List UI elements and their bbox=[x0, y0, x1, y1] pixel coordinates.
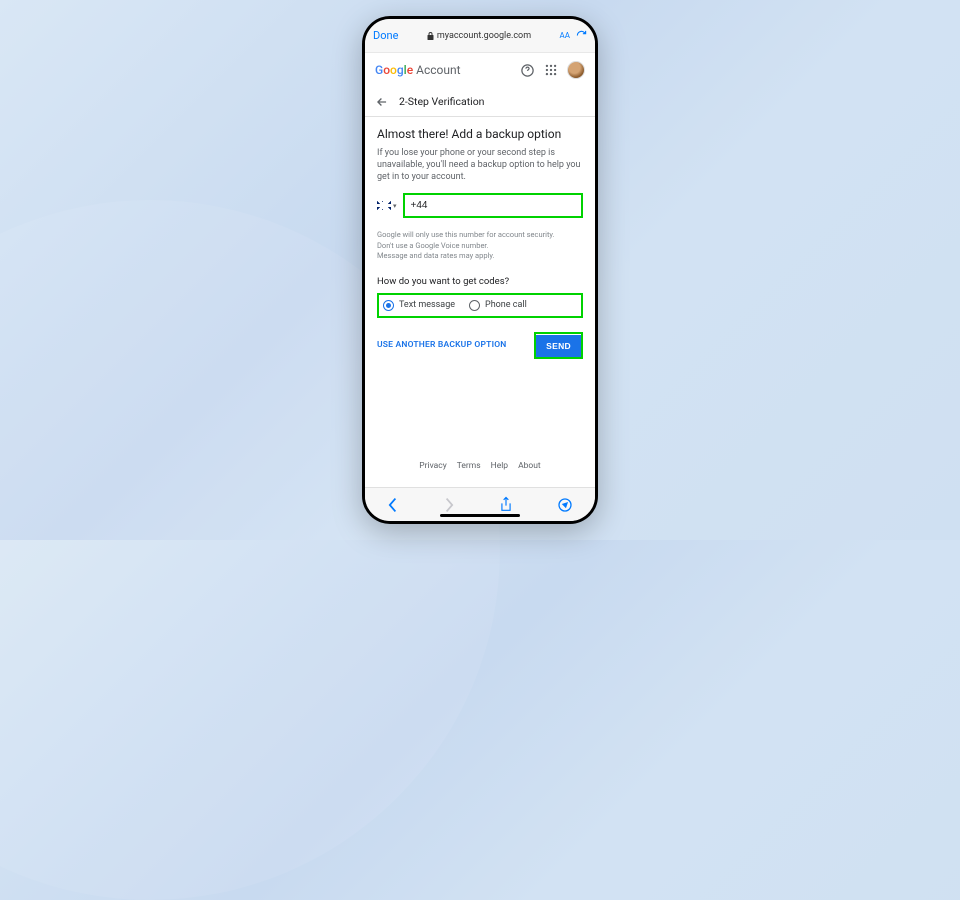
done-button[interactable]: Done bbox=[373, 29, 398, 42]
reload-icon[interactable] bbox=[576, 30, 587, 41]
back-arrow-icon[interactable] bbox=[375, 95, 389, 109]
option-phone-call[interactable]: Phone call bbox=[469, 300, 527, 311]
phone-number-input[interactable] bbox=[403, 193, 583, 218]
legal-line-2: Don't use a Google Voice number. bbox=[377, 241, 583, 252]
action-row: USE ANOTHER BACKUP OPTION SEND bbox=[377, 332, 583, 359]
subheader: 2-Step Verification bbox=[365, 87, 595, 117]
text-size-button[interactable]: AA bbox=[560, 31, 570, 40]
page-title: Almost there! Add a backup option bbox=[377, 127, 583, 141]
avatar[interactable] bbox=[567, 61, 585, 79]
subheader-title: 2-Step Verification bbox=[399, 95, 484, 108]
send-button[interactable]: SEND bbox=[536, 335, 581, 357]
option-text-message-label: Text message bbox=[399, 300, 455, 310]
url-bar[interactable]: myaccount.google.com bbox=[427, 31, 531, 41]
radio-unselected-icon bbox=[469, 300, 480, 311]
uk-flag-icon bbox=[377, 201, 391, 210]
chevron-down-icon: ▾ bbox=[393, 202, 397, 210]
apps-grid-icon[interactable] bbox=[543, 62, 559, 78]
phone-input-row: ▾ bbox=[377, 193, 583, 218]
lock-icon bbox=[427, 32, 434, 40]
footer-privacy[interactable]: Privacy bbox=[419, 461, 446, 471]
app-header: Google Account bbox=[365, 53, 595, 87]
phone-frame: Done myaccount.google.com AA Google Acco… bbox=[362, 16, 598, 524]
footer-help[interactable]: Help bbox=[491, 461, 508, 471]
help-icon[interactable] bbox=[519, 62, 535, 78]
page-description: If you lose your phone or your second st… bbox=[377, 147, 583, 183]
nav-back-icon[interactable] bbox=[387, 497, 399, 513]
country-selector[interactable]: ▾ bbox=[377, 201, 397, 210]
legal-line-1: Google will only use this number for acc… bbox=[377, 230, 583, 241]
footer-links: Privacy Terms Help About bbox=[377, 455, 583, 477]
option-text-message[interactable]: Text message bbox=[383, 300, 455, 311]
nav-forward-icon bbox=[443, 497, 455, 513]
google-account-logo: Google Account bbox=[375, 63, 461, 77]
main-content: Almost there! Add a backup option If you… bbox=[365, 117, 595, 487]
share-icon[interactable] bbox=[499, 496, 513, 513]
legal-text: Google will only use this number for acc… bbox=[377, 230, 583, 262]
screen: Done myaccount.google.com AA Google Acco… bbox=[365, 19, 595, 521]
send-highlight: SEND bbox=[534, 332, 583, 359]
home-indicator bbox=[440, 514, 520, 517]
use-another-backup-link[interactable]: USE ANOTHER BACKUP OPTION bbox=[377, 340, 507, 350]
browser-top-bar: Done myaccount.google.com AA bbox=[365, 19, 595, 53]
footer-terms[interactable]: Terms bbox=[457, 461, 481, 471]
codes-question: How do you want to get codes? bbox=[377, 276, 583, 287]
url-text: myaccount.google.com bbox=[437, 31, 531, 41]
radio-selected-icon bbox=[383, 300, 394, 311]
codes-options: Text message Phone call bbox=[377, 293, 583, 318]
footer-about[interactable]: About bbox=[518, 461, 541, 471]
legal-line-3: Message and data rates may apply. bbox=[377, 251, 583, 262]
safari-compass-icon[interactable] bbox=[557, 497, 573, 513]
option-phone-call-label: Phone call bbox=[485, 300, 527, 310]
